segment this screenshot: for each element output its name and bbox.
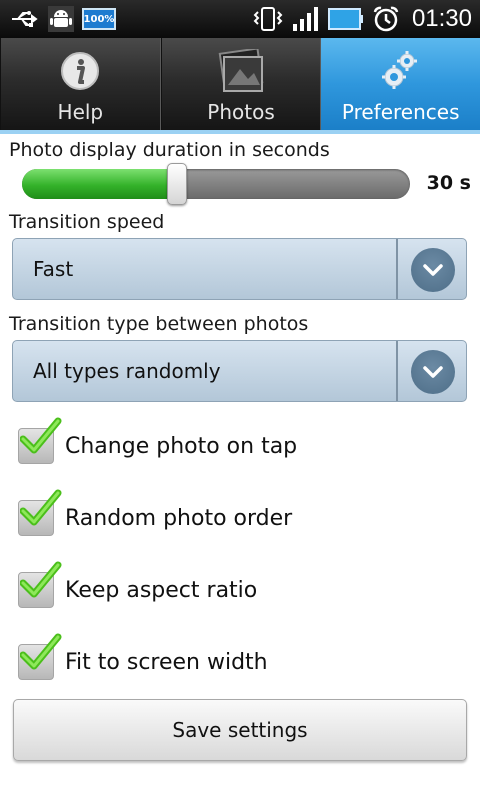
android-debug-icon bbox=[48, 6, 74, 32]
slider-fill bbox=[22, 169, 177, 199]
checkbox[interactable] bbox=[18, 561, 62, 608]
checkbox-label: Fit to screen width bbox=[65, 649, 268, 675]
photos-icon bbox=[218, 48, 264, 94]
transition-speed-dropdown[interactable]: Fast bbox=[12, 238, 467, 300]
option-random-photo-order[interactable]: Random photo order bbox=[18, 489, 293, 542]
info-icon bbox=[60, 48, 100, 94]
clock: 01:30 bbox=[411, 5, 472, 32]
transition-speed-label: Transition speed bbox=[9, 211, 165, 233]
vibrate-icon bbox=[252, 6, 284, 32]
duration-value: 30 s bbox=[426, 172, 471, 194]
option-keep-aspect-ratio[interactable]: Keep aspect ratio bbox=[18, 561, 258, 614]
transition-type-label: Transition type between photos bbox=[9, 313, 309, 335]
checkbox[interactable] bbox=[18, 489, 62, 536]
dropdown-divider bbox=[396, 239, 398, 299]
chevron-down-icon[interactable] bbox=[411, 248, 455, 292]
duration-slider[interactable] bbox=[22, 163, 410, 205]
gears-icon bbox=[381, 48, 421, 94]
battery-icon bbox=[327, 7, 364, 31]
transition-speed-value: Fast bbox=[33, 257, 74, 281]
tab-indicator bbox=[0, 130, 480, 134]
duration-label: Photo display duration in seconds bbox=[9, 139, 330, 161]
tab-photos-label: Photos bbox=[207, 100, 275, 124]
signal-icon bbox=[292, 6, 320, 32]
tab-photos[interactable]: Photos bbox=[160, 38, 322, 130]
status-bar: 100% 01:30 bbox=[0, 0, 480, 38]
dropdown-divider bbox=[396, 341, 398, 401]
option-change-photo-on-tap[interactable]: Change photo on tap bbox=[18, 417, 298, 470]
alarm-icon bbox=[372, 5, 400, 33]
battery-percent-icon: 100% bbox=[82, 8, 116, 30]
save-settings-button[interactable]: Save settings bbox=[13, 699, 467, 761]
option-fit-to-screen-width[interactable]: Fit to screen width bbox=[18, 633, 268, 686]
checkbox-label: Keep aspect ratio bbox=[65, 577, 258, 603]
chevron-down-icon[interactable] bbox=[411, 350, 455, 394]
tab-preferences-label: Preferences bbox=[341, 100, 460, 124]
checkbox-label: Random photo order bbox=[65, 505, 293, 531]
slider-thumb[interactable] bbox=[167, 163, 187, 205]
tab-preferences[interactable]: Preferences bbox=[321, 38, 480, 130]
transition-type-dropdown[interactable]: All types randomly bbox=[12, 340, 467, 402]
tab-help-label: Help bbox=[57, 100, 104, 124]
tab-help[interactable]: Help bbox=[0, 38, 161, 130]
checkbox-label: Change photo on tap bbox=[65, 433, 298, 459]
usb-icon bbox=[10, 9, 40, 29]
tab-bar: Help Photos Preferences bbox=[0, 38, 480, 130]
checkbox[interactable] bbox=[18, 417, 62, 464]
checkbox[interactable] bbox=[18, 633, 62, 680]
transition-type-value: All types randomly bbox=[33, 359, 221, 383]
